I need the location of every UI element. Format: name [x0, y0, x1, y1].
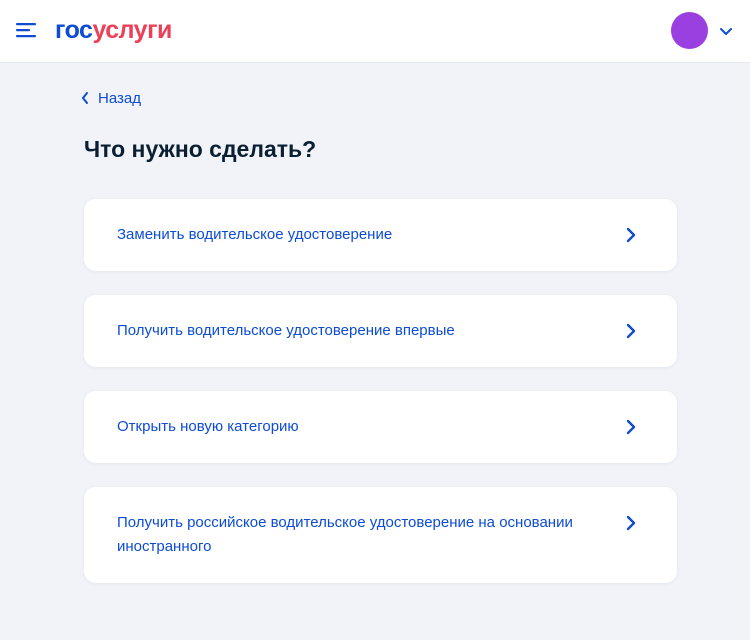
- gosuslugi-logo[interactable]: госуслуги: [55, 14, 172, 46]
- user-avatar[interactable]: [671, 12, 708, 49]
- option-replace-license[interactable]: Заменить водительское удостоверение: [84, 199, 677, 271]
- chevron-right-icon: [626, 227, 636, 243]
- chevron-right-icon: [626, 419, 636, 435]
- option-label: Получить российское водительское удостов…: [117, 514, 573, 555]
- option-russian-license-from-foreign[interactable]: Получить российское водительское удостов…: [84, 487, 677, 583]
- top-header: госуслуги: [0, 0, 750, 63]
- back-link[interactable]: Назад: [80, 87, 141, 109]
- logo-part-gos: гос: [55, 16, 93, 44]
- chevron-right-icon: [626, 515, 636, 531]
- option-label: Заменить водительское удостоверение: [117, 226, 393, 243]
- option-label: Получить водительское удостоверение впер…: [117, 322, 455, 339]
- chevron-down-icon[interactable]: [717, 22, 735, 40]
- option-get-license-first-time[interactable]: Получить водительское удостоверение впер…: [84, 295, 677, 367]
- chevron-right-icon: [626, 323, 636, 339]
- burger-menu-icon[interactable]: [14, 18, 38, 42]
- page-title: Что нужно сделать?: [84, 136, 317, 162]
- back-link-label: Назад: [98, 89, 141, 107]
- logo-part-uslugi: услуги: [92, 16, 172, 44]
- chevron-left-icon: [82, 92, 88, 104]
- option-label: Открыть новую категорию: [117, 418, 299, 435]
- option-open-new-category[interactable]: Открыть новую категорию: [84, 391, 677, 463]
